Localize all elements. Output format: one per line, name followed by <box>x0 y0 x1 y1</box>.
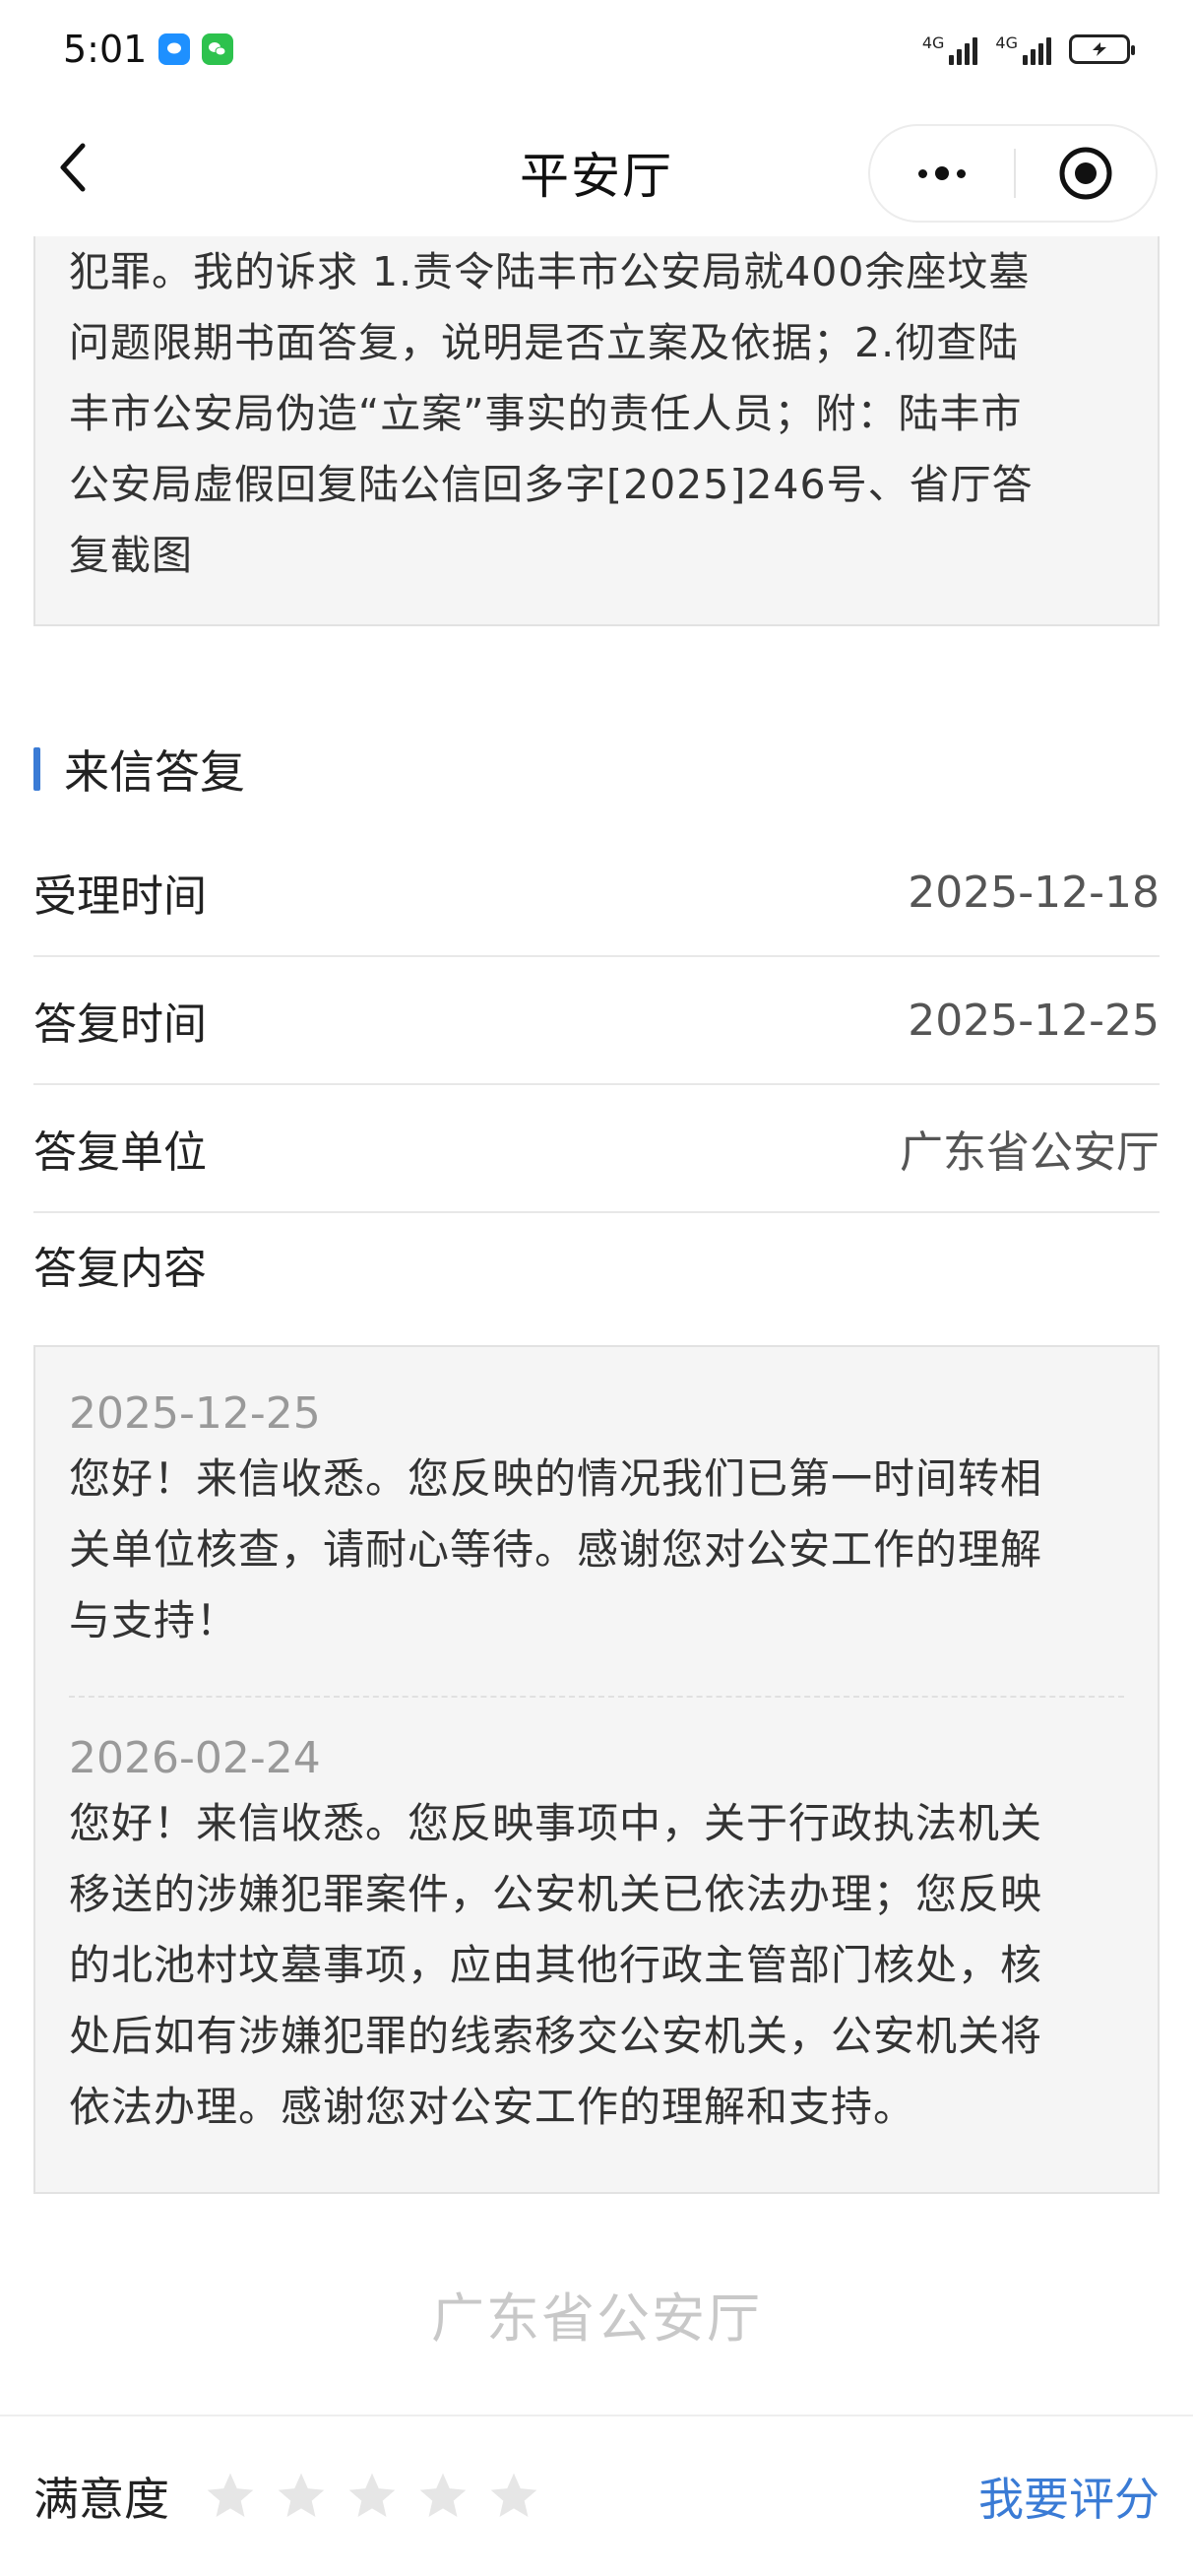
more-dot-icon <box>918 168 927 178</box>
reply-line: 处后如有涉嫌犯罪的线索移交公安机关，公安机关将 <box>69 2012 1043 2060</box>
star-icon[interactable] <box>415 2469 471 2524</box>
letter-content-box: 犯罪。我的诉求 1.责令陆丰市公安局就400余座坟墓 问题限期书面答复，说明是否… <box>33 236 1160 626</box>
info-value: 2025-12-25 <box>908 995 1160 1046</box>
status-right: 4G 4G <box>922 33 1135 65</box>
star-icon[interactable] <box>345 2469 400 2524</box>
star-rating[interactable] <box>203 2469 541 2524</box>
info-label: 答复单位 <box>33 1127 207 1178</box>
chevron-left-icon <box>60 143 86 192</box>
reply-line: 移送的涉嫌犯罪案件，公安机关已依法办理；您反映 <box>69 1870 1043 1918</box>
info-row-accept-time: 受理时间 2025-12-18 <box>33 829 1160 957</box>
nav-bar: 平安厅 <box>0 108 1193 236</box>
reply-content-box: 2025-12-25 您好！来信收悉。您反映的情况我们已第一时间转相 关单位核查… <box>33 1345 1160 2194</box>
reply-line: 依法办理。感谢您对公安工作的理解和支持。 <box>69 2083 916 2131</box>
reply-content-label: 答复内容 <box>33 1244 207 1294</box>
reply-line: 您好！来信收悉。您反映的情况我们已第一时间转相 <box>69 1454 1043 1503</box>
info-row-reply-time: 答复时间 2025-12-25 <box>33 957 1160 1085</box>
reply-line: 的北池村坟墓事项，应由其他行政主管部门核处，核 <box>69 1941 1043 1989</box>
info-label: 答复时间 <box>33 999 207 1050</box>
target-close-icon <box>1059 147 1112 200</box>
signal-icon: 4G <box>922 33 978 65</box>
satisfaction-label: 满意度 <box>33 2473 169 2526</box>
letter-line: 犯罪。我的诉求 1.责令陆丰市公安局就400余座坟墓 <box>69 248 1031 295</box>
info-value: 广东省公安厅 <box>900 1127 1160 1178</box>
signal-label: 4G <box>995 33 1018 52</box>
miniprogram-capsule <box>868 124 1158 223</box>
star-icon[interactable] <box>486 2469 541 2524</box>
status-bar: 5:01 4G 4G <box>0 0 1193 98</box>
info-row-reply-unit: 答复单位 广东省公安厅 <box>33 1085 1160 1213</box>
letter-line: 丰市公安局伪造“立案”事实的责任人员；附：陆丰市 <box>69 390 1023 437</box>
reply-line: 您好！来信收悉。您反映事项中，关于行政执法机关 <box>69 1799 1043 1847</box>
signal-icon: 4G <box>995 33 1051 65</box>
page-title: 平安厅 <box>520 148 673 205</box>
wechat-icon <box>202 33 234 65</box>
page: 5:01 4G 4G 平安厅 犯罪。我的诉求 1.责令陆丰市公安局就400余座坟… <box>0 0 1193 2576</box>
info-label: 受理时间 <box>33 871 207 922</box>
more-dot-icon <box>957 168 966 178</box>
reply-entry: 2026-02-24 您好！来信收悉。您反映事项中，关于行政执法机关 移送的涉嫌… <box>69 1729 1124 2143</box>
more-button[interactable] <box>870 126 1014 221</box>
reply-date: 2025-12-25 <box>69 1388 321 1439</box>
section-title: 来信答复 <box>64 745 245 799</box>
reply-divider <box>69 1696 1124 1698</box>
section-accent-bar <box>33 747 40 791</box>
close-miniprogram-button[interactable] <box>1016 126 1156 221</box>
reply-date: 2026-02-24 <box>69 1733 321 1783</box>
letter-line: 公安局虚假回复陆公信回多字[2025]246号、省厅答 <box>69 461 1034 508</box>
more-dot-icon <box>935 166 949 180</box>
letter-line: 问题限期书面答复，说明是否立案及依据；2.彻查陆 <box>69 319 1020 366</box>
star-icon[interactable] <box>274 2469 329 2524</box>
battery-charging-icon <box>1069 34 1135 64</box>
back-button[interactable] <box>43 138 102 197</box>
message-app-icon <box>158 33 191 65</box>
star-icon[interactable] <box>203 2469 258 2524</box>
bottom-bar: 满意度 我要评分 <box>0 2415 1193 2576</box>
reply-line: 关单位核查，请耐心等待。感谢您对公安工作的理解 <box>69 1525 1043 1574</box>
reply-entry: 2025-12-25 您好！来信收悉。您反映的情况我们已第一时间转相 关单位核查… <box>69 1347 1124 1656</box>
letter-line: 复截图 <box>69 532 193 579</box>
footer-watermark: 广东省公安厅 <box>431 2287 762 2350</box>
status-left: 5:01 <box>63 28 234 71</box>
signal-label: 4G <box>921 33 945 52</box>
rate-button[interactable]: 我要评分 <box>978 2464 1160 2529</box>
status-time: 5:01 <box>63 28 148 71</box>
info-value: 2025-12-18 <box>908 867 1160 918</box>
reply-section-heading: 来信答复 <box>33 737 245 802</box>
reply-line: 与支持！ <box>69 1596 239 1644</box>
